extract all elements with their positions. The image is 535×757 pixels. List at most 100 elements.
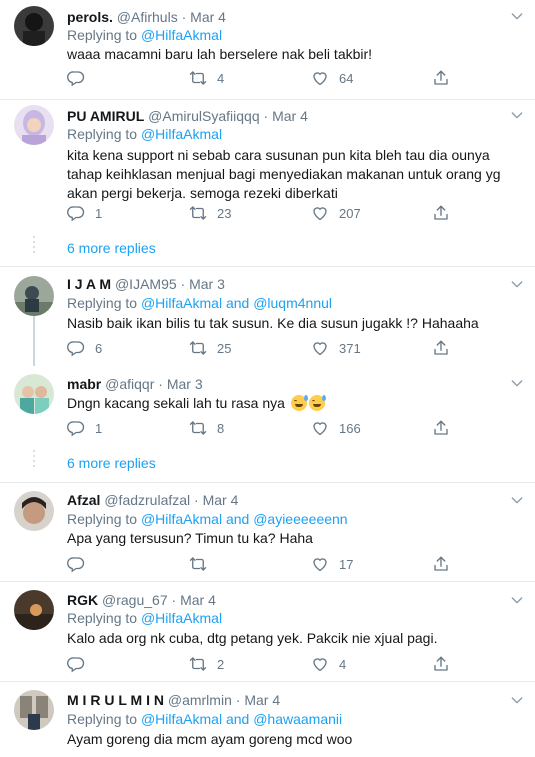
avatar[interactable] xyxy=(14,690,54,730)
tweet-date[interactable]: Mar 3 xyxy=(167,376,203,392)
display-name[interactable]: Afzal xyxy=(67,492,100,508)
share-button[interactable] xyxy=(432,203,450,223)
chevron-down-icon[interactable] xyxy=(509,375,525,391)
tweet-date[interactable]: Mar 3 xyxy=(189,276,225,292)
reply-button[interactable] xyxy=(67,554,95,574)
tweet-date[interactable]: Mar 4 xyxy=(272,108,308,124)
handle[interactable]: @fadzrulafzal xyxy=(104,492,190,508)
show-more-replies-link[interactable]: 6 more replies xyxy=(67,454,156,472)
tweet[interactable]: I J A M @IJAM95 · Mar 3 Replying to @Hil… xyxy=(0,266,535,366)
tweet-date[interactable]: Mar 4 xyxy=(180,592,216,608)
retweet-count: 23 xyxy=(217,205,232,221)
display-name[interactable]: RGK xyxy=(67,592,98,608)
share-icon xyxy=(432,655,450,673)
tweet[interactable]: RGK @ragu_67 · Mar 4 Replying to @HilfaA… xyxy=(0,581,535,682)
share-button[interactable] xyxy=(432,68,450,88)
retweet-icon xyxy=(189,419,207,437)
tweet[interactable]: Afzal @fadzrulafzal · Mar 4 Replying to … xyxy=(0,482,535,582)
retweet-button[interactable] xyxy=(189,554,217,574)
like-button[interactable]: 64 xyxy=(311,68,353,88)
display-name[interactable]: I J A M xyxy=(67,276,111,292)
avatar[interactable] xyxy=(14,590,54,630)
mention-link[interactable]: @HilfaAkmal xyxy=(141,610,222,626)
like-button[interactable]: 166 xyxy=(311,418,361,438)
like-button[interactable]: 371 xyxy=(311,338,361,358)
display-name[interactable]: M I R U L M I N xyxy=(67,692,164,708)
avatar[interactable] xyxy=(14,491,54,531)
mention-link[interactable]: @HilfaAkmal and @hawaamanii xyxy=(141,711,342,727)
handle[interactable]: @ragu_67 xyxy=(102,592,168,608)
mention-link[interactable]: @HilfaAkmal xyxy=(141,126,222,142)
tweet-text: Apa yang tersusun? Timun tu ka? Haha xyxy=(67,530,313,546)
chevron-down-icon[interactable] xyxy=(509,8,525,24)
share-button[interactable] xyxy=(432,418,450,438)
chevron-down-icon[interactable] xyxy=(509,276,525,292)
retweet-button[interactable]: 4 xyxy=(189,68,224,88)
reply-icon xyxy=(67,69,85,87)
tweet[interactable]: PU AMIRUL @AmirulSyafiiqqq · Mar 4 Reply… xyxy=(0,99,535,230)
share-button[interactable] xyxy=(432,554,450,574)
mention-link[interactable]: @HilfaAkmal and @ayieeeeeenn xyxy=(141,511,348,527)
like-button[interactable]: 207 xyxy=(311,203,361,223)
retweet-button[interactable]: 8 xyxy=(189,418,224,438)
share-button[interactable] xyxy=(432,338,450,358)
handle[interactable]: @afiqqr xyxy=(105,376,154,392)
heart-icon xyxy=(311,339,329,357)
retweet-button[interactable]: 23 xyxy=(189,203,231,223)
avatar[interactable] xyxy=(14,276,54,316)
like-count: 207 xyxy=(339,205,361,221)
share-icon xyxy=(432,69,450,87)
display-name[interactable]: PU AMIRUL xyxy=(67,108,144,124)
display-name[interactable]: perols. xyxy=(67,9,113,25)
retweet-icon xyxy=(189,339,207,357)
reply-icon xyxy=(67,655,85,673)
reply-button[interactable] xyxy=(67,654,95,674)
tweet-text: waaa macamni baru lah berselere nak beli… xyxy=(67,46,373,62)
tweet[interactable]: M I R U L M I N @amrlmin · Mar 4 Replyin… xyxy=(0,681,535,757)
display-name[interactable]: mabr xyxy=(67,376,101,392)
retweet-count: 25 xyxy=(217,340,232,356)
tweet-date[interactable]: Mar 4 xyxy=(203,492,239,508)
like-button[interactable]: 17 xyxy=(311,554,353,574)
handle[interactable]: @AmirulSyafiiqqq xyxy=(148,108,259,124)
thread-line xyxy=(33,316,35,366)
replying-to: Replying to @HilfaAkmal xyxy=(67,609,222,627)
reply-button[interactable]: 6 xyxy=(67,338,102,358)
avatar[interactable] xyxy=(14,105,54,145)
avatar[interactable] xyxy=(14,374,54,414)
reply-count: 6 xyxy=(95,340,103,356)
replying-label: Replying to xyxy=(67,295,138,311)
tweet-actions: 1 8 166 xyxy=(67,418,467,438)
handle[interactable]: @amrlmin xyxy=(168,692,232,708)
replying-label: Replying to xyxy=(67,711,138,727)
like-count: 4 xyxy=(339,656,347,672)
chevron-down-icon[interactable] xyxy=(509,692,525,708)
tweet-text: Ayam goreng dia mcm ayam goreng mcd woo xyxy=(67,731,353,747)
show-more-replies-link[interactable]: 6 more replies xyxy=(67,239,156,257)
chevron-down-icon[interactable] xyxy=(509,107,525,123)
reply-button[interactable] xyxy=(67,68,95,88)
tweet-actions: 4 64 xyxy=(67,68,467,88)
mention-link[interactable]: @HilfaAkmal xyxy=(141,27,222,43)
retweet-button[interactable]: 25 xyxy=(189,338,231,358)
share-icon xyxy=(432,555,450,573)
reply-button[interactable]: 1 xyxy=(67,203,102,223)
like-button[interactable]: 4 xyxy=(311,654,346,674)
tweet[interactable]: mabr @afiqqr · Mar 3 Dngn kacang sekali … xyxy=(0,366,535,444)
tweet[interactable]: perols. @Afirhuls · Mar 4 Replying to @H… xyxy=(0,0,535,100)
handle[interactable]: @Afirhuls xyxy=(117,9,178,25)
reply-button[interactable]: 1 xyxy=(67,418,102,438)
share-button[interactable] xyxy=(432,654,450,674)
mention-link[interactable]: @HilfaAkmal and @luqm4nnul xyxy=(141,295,332,311)
chevron-down-icon[interactable] xyxy=(509,592,525,608)
avatar[interactable] xyxy=(14,6,54,46)
reply-icon xyxy=(67,204,85,222)
handle[interactable]: @IJAM95 xyxy=(115,276,177,292)
tweet-text: kita kena support ni sebab cara susunan … xyxy=(67,147,501,201)
tweet-date[interactable]: Mar 4 xyxy=(190,9,226,25)
tweet-date[interactable]: Mar 4 xyxy=(244,692,280,708)
replying-label: Replying to xyxy=(67,511,138,527)
retweet-button[interactable]: 2 xyxy=(189,654,224,674)
retweet-icon xyxy=(189,555,207,573)
chevron-down-icon[interactable] xyxy=(509,492,525,508)
